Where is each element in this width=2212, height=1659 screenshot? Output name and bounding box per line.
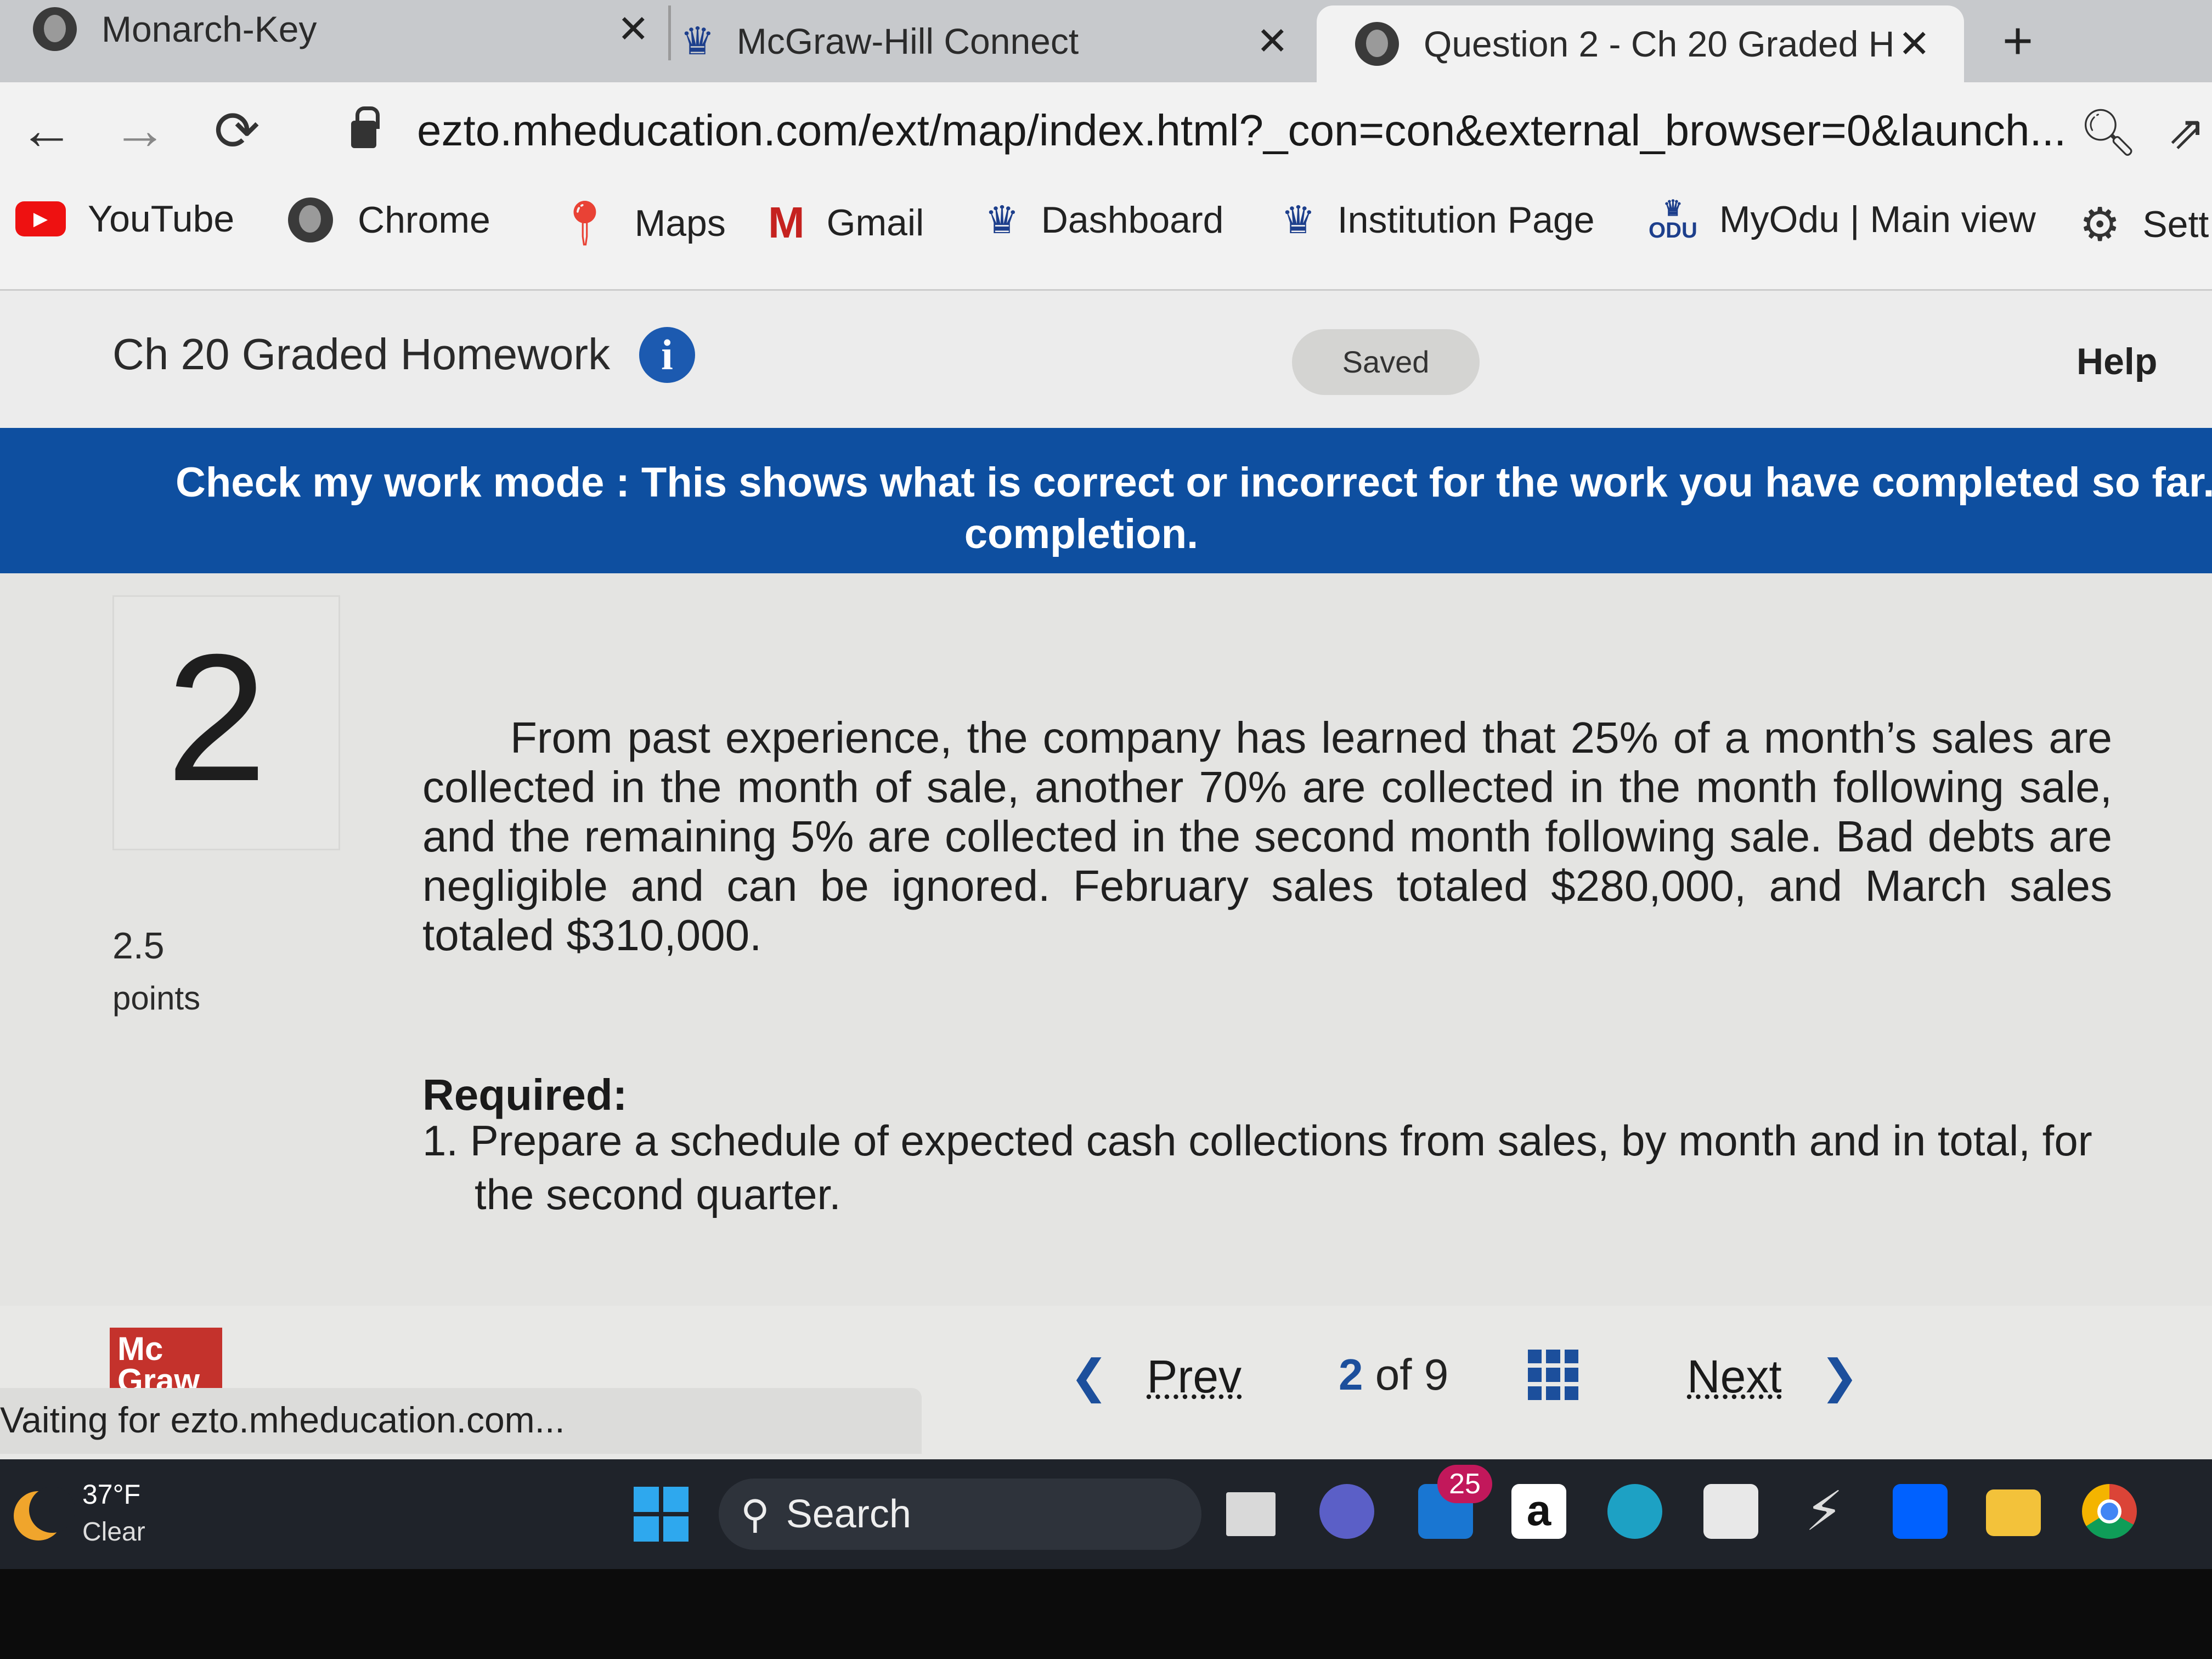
weather-condition[interactable]: Clear — [82, 1517, 145, 1547]
bookmark-label: YouTube — [88, 198, 235, 240]
bookmark-label: Sett — [2142, 204, 2209, 245]
lock-icon[interactable] — [351, 106, 380, 148]
question-points-value: 2.5 — [112, 925, 165, 967]
prev-button[interactable]: ❮ Prev — [1070, 1350, 1242, 1403]
browser-status-bubble: Vaiting for ezto.mheducation.com... — [0, 1388, 922, 1454]
info-icon[interactable]: i — [639, 327, 695, 383]
tab-title: Monarch-Key — [101, 9, 317, 49]
screen: Monarch-Key ✕ ♛ McGraw-Hill Connect ✕ Qu… — [0, 0, 2212, 1659]
tab-title: McGraw-Hill Connect — [736, 21, 1079, 61]
page-counter: 2 of 9 — [1339, 1350, 1448, 1400]
browser-tab-strip: Monarch-Key ✕ ♛ McGraw-Hill Connect ✕ Qu… — [0, 0, 2212, 82]
dropbox-icon[interactable] — [1893, 1484, 1948, 1539]
bookmark-myodu[interactable]: ♛ ODU MyOdu | Main view — [1649, 198, 2036, 241]
task-view-icon[interactable] — [1226, 1492, 1276, 1536]
mail-badge: 25 — [1437, 1465, 1492, 1503]
question-grid-icon[interactable] — [1528, 1350, 1578, 1400]
crown-icon: ♛ — [680, 20, 715, 63]
logo-line1: Mc — [117, 1330, 163, 1367]
odu-text: ODU — [1649, 218, 1697, 242]
tab-title: Question 2 - Ch 20 Graded H — [1424, 24, 1895, 64]
banner-text: Check my work mode : This shows what is … — [176, 459, 2212, 506]
tab-separator — [668, 5, 671, 60]
bookmark-label: Chrome — [358, 199, 490, 241]
tab-mcgraw-hill-connect[interactable]: ♛ McGraw-Hill Connect ✕ — [680, 0, 1311, 82]
odu-icon: ♛ ODU — [1649, 196, 1697, 242]
windows-start-icon[interactable] — [634, 1487, 689, 1542]
search-icon: ⚲ — [741, 1493, 770, 1537]
search-label: Search — [786, 1492, 911, 1536]
share-icon[interactable]: ⇗ — [2167, 105, 2205, 159]
bookmark-label: Institution Page — [1337, 199, 1595, 241]
tab-monarch-key[interactable]: Monarch-Key ✕ — [33, 0, 680, 70]
globe-icon — [1355, 22, 1399, 66]
back-arrow-icon[interactable]: ← — [19, 99, 74, 162]
crown-icon: ♛ — [1281, 199, 1316, 241]
globe-icon — [288, 198, 333, 242]
spark-icon[interactable]: ⚡︎ — [1797, 1484, 1852, 1539]
bookmark-chrome[interactable]: Chrome — [288, 198, 490, 242]
bookmark-institution-page[interactable]: ♛ Institution Page — [1281, 198, 1595, 242]
bookmark-label: Dashboard — [1041, 199, 1224, 241]
file-explorer-icon[interactable] — [1986, 1489, 2041, 1536]
zoom-icon[interactable]: 🔍︎ — [2079, 105, 2138, 160]
taskbar-search[interactable]: ⚲ Search — [719, 1479, 1201, 1550]
moon-icon[interactable] — [14, 1487, 75, 1541]
assignment-title: Ch 20 Graded Homework — [112, 330, 611, 379]
gear-icon: ⚙ — [2079, 199, 2121, 250]
saved-status-badge: Saved — [1292, 329, 1480, 395]
banner-line2-text: completion. — [964, 511, 1199, 557]
chrome-icon[interactable] — [2082, 1484, 2137, 1539]
globe-icon — [33, 7, 77, 51]
question-points-label: points — [112, 980, 201, 1017]
next-label: Next — [1687, 1350, 1782, 1402]
chevron-right-icon: ❯ — [1820, 1351, 1859, 1402]
bookmark-label: Maps — [634, 202, 726, 244]
tab-question-2[interactable]: Question 2 - Ch 20 Graded H ✕ — [1317, 5, 1964, 82]
forward-arrow-icon[interactable]: → — [112, 99, 167, 162]
laptop-bezel — [0, 1569, 2212, 1659]
required-heading: Required: — [422, 1070, 628, 1119]
question-number-card: 2 — [112, 595, 340, 850]
maps-pin-icon: 📍︎ — [557, 199, 613, 247]
edge-icon[interactable] — [1607, 1484, 1662, 1539]
close-icon[interactable]: ✕ — [1256, 19, 1289, 64]
close-icon[interactable]: ✕ — [617, 7, 650, 52]
youtube-icon: ▶ — [15, 201, 66, 236]
assignment-header: Ch 20 Graded Homework i Saved Help — [0, 291, 2212, 428]
bookmark-maps[interactable]: 📍︎ Maps — [557, 198, 726, 249]
bookmark-settings[interactable]: ⚙ Sett — [2079, 198, 2209, 251]
close-icon[interactable]: ✕ — [1898, 21, 1931, 66]
bookmark-label: Gmail — [826, 202, 924, 244]
windows-taskbar: 37°F Clear ⚲ Search 25 a ⚡︎ — [0, 1459, 2212, 1569]
weather-temperature[interactable]: 37°F — [82, 1479, 140, 1510]
next-button[interactable]: Next ❯ — [1687, 1350, 1859, 1403]
address-bar[interactable]: ezto.mheducation.com/ext/map/index.html?… — [307, 94, 2205, 166]
required-item: 1. Prepare a schedule of expected cash c… — [422, 1116, 2092, 1218]
bookmark-youtube[interactable]: ▶ YouTube — [15, 198, 234, 240]
help-link[interactable]: Help — [2076, 340, 2157, 383]
prev-label: Prev — [1147, 1350, 1242, 1402]
current-page: 2 — [1339, 1350, 1363, 1399]
total-pages: 9 — [1424, 1350, 1449, 1399]
bookmark-dashboard[interactable]: ♛ Dashboard — [985, 198, 1223, 242]
check-my-work-banner: Check my work mode : This shows what is … — [0, 428, 2212, 573]
teams-icon[interactable] — [1319, 1484, 1374, 1539]
of-label: of — [1375, 1350, 1412, 1399]
chevron-left-icon: ❮ — [1070, 1351, 1109, 1402]
question-number: 2 — [166, 616, 267, 819]
reload-icon[interactable]: ⟳ — [214, 99, 260, 163]
new-tab-button[interactable]: + — [2002, 11, 2033, 71]
url-text[interactable]: ezto.mheducation.com/ext/map/index.html?… — [417, 105, 2066, 156]
bookmarks-bar: ▶ YouTube Chrome 📍︎ Maps M Gmail ♛ Dashb… — [0, 176, 2212, 291]
bookmark-gmail[interactable]: M Gmail — [768, 198, 924, 248]
question-text: From past experience, the company has le… — [422, 713, 2112, 960]
browser-toolbar: ← → ⟳ ezto.mheducation.com/ext/map/index… — [0, 82, 2212, 176]
bookmark-label: MyOdu | Main view — [1719, 199, 2036, 240]
store-icon[interactable] — [1703, 1484, 1758, 1539]
gmail-icon: M — [768, 198, 805, 247]
crown-icon: ♛ — [985, 199, 1019, 241]
amazon-icon[interactable]: a — [1511, 1484, 1566, 1539]
banner-text-continued: completion. — [0, 510, 2212, 558]
